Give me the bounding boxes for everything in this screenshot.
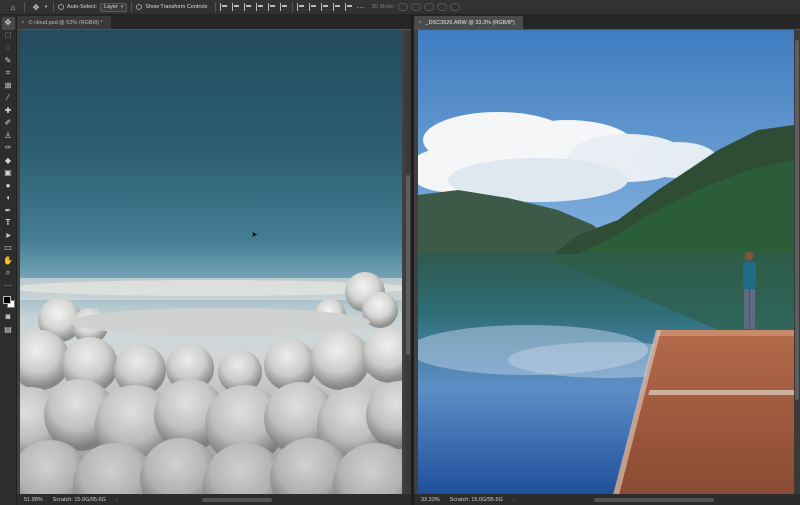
move-tool-icon[interactable]: ✥ (1, 17, 15, 30)
3d-scale-icon[interactable] (450, 3, 461, 11)
auto-select-target-value: Layer (103, 4, 118, 10)
document-window-cloud: × © cloud.psd @ 52% (RGB/8) * ➤ 51.98% S… (17, 15, 411, 505)
clone-stamp-tool-icon[interactable]: ♙ (2, 130, 15, 143)
show-transform-checkbox[interactable] (136, 4, 143, 10)
eyedropper-tool-icon[interactable]: ⁄ (2, 92, 15, 105)
document-tab-bar: × © cloud.psd @ 52% (RGB/8) * (17, 15, 411, 29)
align-left-edges-icon[interactable] (220, 3, 228, 11)
foreground-color-swatch[interactable] (2, 296, 11, 304)
align-bottom-edges-icon[interactable] (280, 3, 288, 11)
align-vertical-centers-icon[interactable] (268, 3, 276, 11)
document-tab[interactable]: × _DSC3526.ARW @ 33.3% (RGB/8*) (414, 16, 523, 29)
pen-tool-icon[interactable]: ✒ (2, 205, 15, 218)
scratch-info[interactable]: Scratch: 15.0G/95.6G (450, 497, 503, 503)
mouse-cursor-icon: ➤ (251, 230, 258, 239)
close-icon[interactable]: × (418, 20, 422, 26)
crop-tool-icon[interactable]: ⌗ (2, 67, 15, 80)
lake-photo[interactable] (418, 30, 794, 494)
document-tab-bar: × _DSC3526.ARW @ 33.3% (RGB/8*) (414, 15, 800, 29)
3d-pan-icon[interactable] (424, 3, 435, 11)
quick-select-tool-icon[interactable]: ✎ (2, 55, 15, 68)
lasso-tool-icon[interactable]: ◌ (2, 42, 15, 55)
color-swatches[interactable] (2, 295, 15, 309)
divider (292, 2, 294, 12)
3d-orbit-icon[interactable] (398, 3, 409, 11)
frame-tool-icon[interactable]: ⊠ (2, 80, 15, 93)
chevron-right-icon[interactable]: › (116, 497, 118, 503)
canvas-area[interactable]: ➤ (17, 30, 411, 494)
brush-tool-icon[interactable]: ✐ (2, 117, 15, 130)
distribute-top-icon[interactable] (297, 3, 305, 11)
history-brush-tool-icon[interactable]: ✑ (2, 142, 15, 155)
distribute-vertical-centers-icon[interactable] (309, 3, 317, 11)
3d-roll-icon[interactable] (411, 3, 422, 11)
divider (24, 2, 25, 12)
clouds-image[interactable]: ➤ (20, 30, 402, 494)
vertical-scrollbar[interactable] (794, 30, 800, 494)
align-top-edges-icon[interactable] (256, 3, 264, 11)
hand-tool-icon[interactable]: ✋ (2, 255, 15, 268)
distribute-buttons-group (297, 3, 353, 11)
screen-mode-icon[interactable]: ▤ (2, 324, 15, 337)
document-tab[interactable]: × © cloud.psd @ 52% (RGB/8) * (17, 16, 111, 29)
marquee-tool-icon[interactable]: ⬚ (2, 30, 15, 43)
more-options-icon[interactable]: ··· (353, 0, 367, 14)
chevron-right-icon[interactable]: › (513, 497, 515, 503)
chevron-down-icon: ▾ (120, 4, 124, 10)
move-tool-preset-icon[interactable]: ✥ (29, 0, 43, 14)
align-right-edges-icon[interactable] (244, 3, 252, 11)
clouds-illustration (20, 272, 402, 494)
zoom-tool-icon[interactable]: ⌕ (2, 267, 15, 280)
align-horizontal-centers-icon[interactable] (232, 3, 240, 11)
healing-brush-tool-icon[interactable]: ✚ (2, 105, 15, 118)
3d-slide-icon[interactable] (437, 3, 448, 11)
auto-select-checkbox[interactable] (58, 4, 64, 10)
tools-panel: ✥ ⬚ ◌ ✎ ⌗ ⊠ ⁄ ✚ ✐ ♙ ✑ ◆ ▣ ● ◖ ✒ T ➤ ▭ ✋ … (0, 15, 17, 505)
status-bar: 33.33% Scratch: 15.0G/95.6G › (414, 494, 800, 505)
eraser-tool-icon[interactable]: ◆ (2, 155, 15, 168)
blur-tool-icon[interactable]: ● (2, 180, 15, 193)
gradient-tool-icon[interactable]: ▣ (2, 167, 15, 180)
document-tab-title: _DSC3526.ARW @ 33.3% (RGB/8*) (425, 19, 515, 26)
horizontal-scrollbar[interactable] (594, 497, 714, 502)
close-icon[interactable]: × (21, 20, 25, 26)
distribute-bottom-icon[interactable] (321, 3, 329, 11)
zoom-level[interactable]: 33.33% (421, 497, 440, 503)
status-bar: 51.98% Scratch: 15.0G/95.6G › (17, 494, 411, 505)
distribute-left-icon[interactable] (333, 3, 341, 11)
more-tools-icon[interactable]: ··· (2, 280, 15, 293)
distribute-horizontal-centers-icon[interactable] (345, 3, 353, 11)
options-bar: ⌂ ✥ ▾ Auto-Select: Layer ▾ Show Transfor… (0, 0, 800, 15)
align-buttons-group (220, 3, 288, 11)
show-transform-label: Show Transform Controls (145, 4, 208, 10)
canvas-area[interactable] (414, 30, 800, 494)
dodge-tool-icon[interactable]: ◖ (2, 192, 15, 205)
3d-mode-label: 3D Mode: (371, 4, 396, 10)
lake-illustration (418, 30, 794, 494)
divider (215, 2, 217, 12)
auto-select-label: Auto-Select: (67, 4, 97, 10)
scrollbar-thumb[interactable] (795, 40, 799, 400)
scratch-info[interactable]: Scratch: 15.0G/95.6G (53, 497, 106, 503)
zoom-level[interactable]: 51.98% (24, 497, 43, 503)
divider (131, 2, 133, 12)
scrollbar-thumb[interactable] (406, 175, 410, 355)
document-tab-title: © cloud.psd @ 52% (RGB/8) * (28, 19, 103, 26)
divider (53, 2, 54, 12)
type-tool-icon[interactable]: T (2, 217, 15, 230)
shape-tool-icon[interactable]: ▭ (2, 242, 15, 255)
document-window-photo: × _DSC3526.ARW @ 33.3% (RGB/8*) 33.33% S… (414, 15, 800, 505)
horizontal-scrollbar[interactable] (202, 497, 272, 502)
auto-select-target-dropdown[interactable]: Layer ▾ (99, 2, 128, 12)
path-selection-tool-icon[interactable]: ➤ (2, 230, 15, 243)
chevron-down-icon[interactable]: ▾ (43, 0, 49, 14)
quick-mask-icon[interactable]: ◙ (2, 311, 15, 324)
home-icon[interactable]: ⌂ (6, 0, 20, 14)
